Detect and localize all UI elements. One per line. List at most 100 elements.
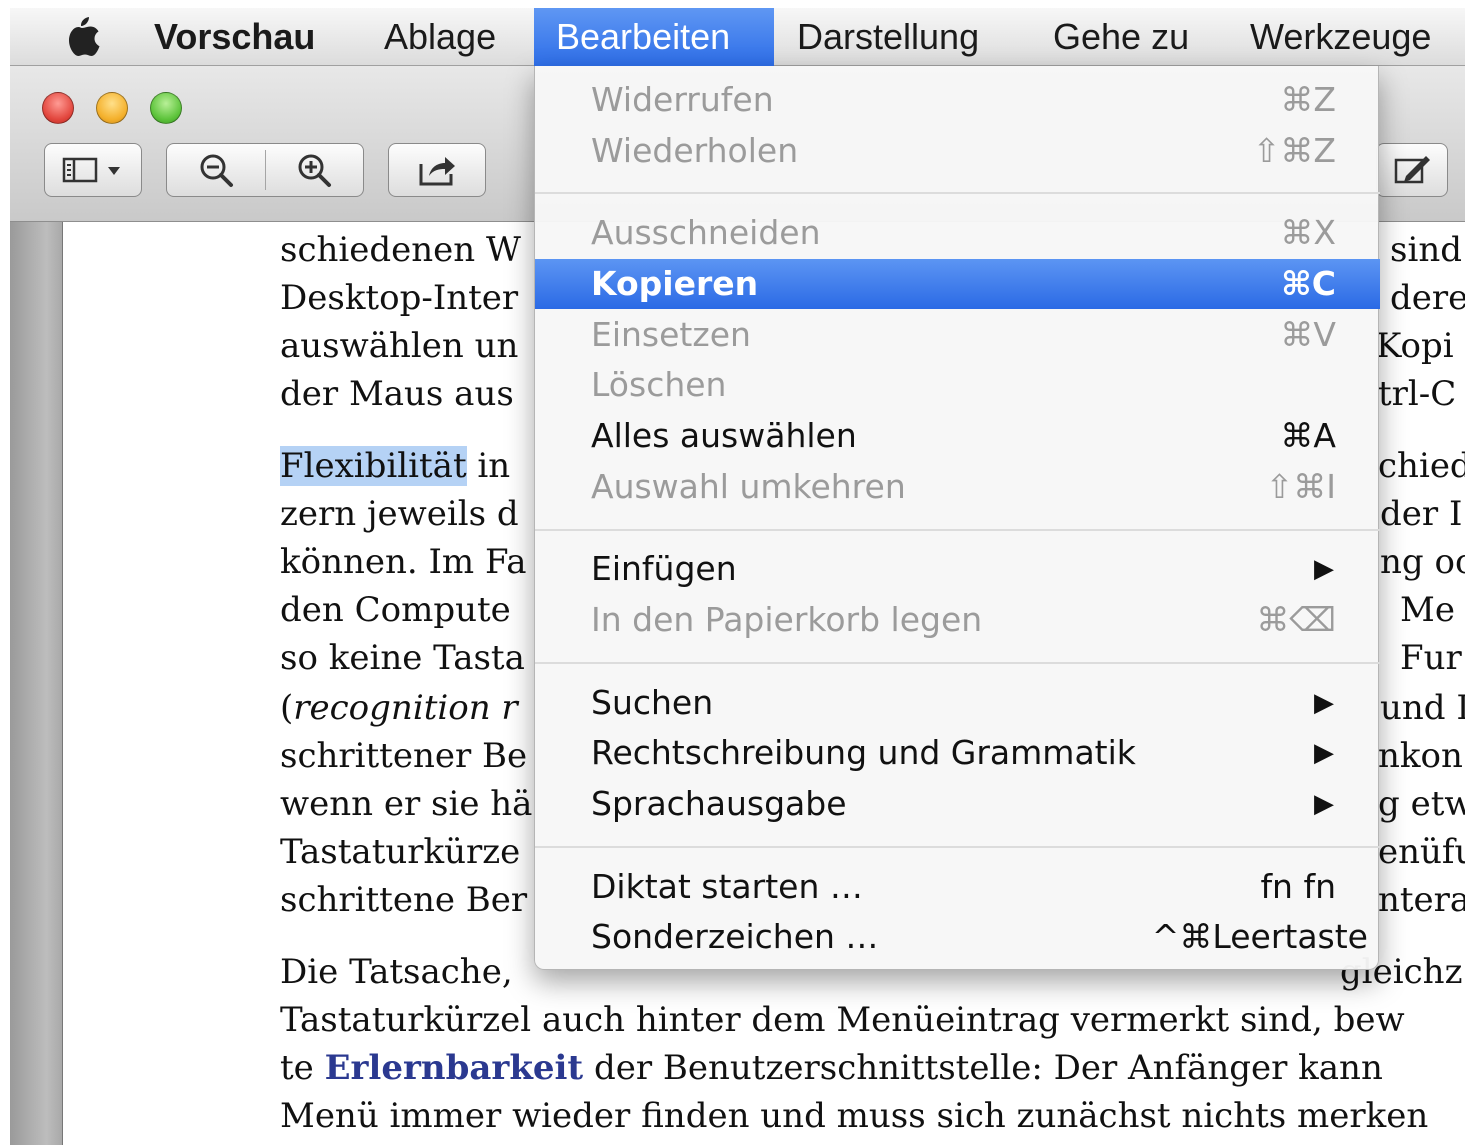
doc-line: Tastaturkürzel auch hinter dem Menüeintr… — [280, 1000, 1405, 1040]
submenu-arrow-icon: ▶ — [1314, 789, 1334, 819]
menu-item-shortcut: ⌘⌫ — [1256, 600, 1336, 639]
window-minimize-button[interactable] — [96, 92, 128, 124]
doc-line: te Erlernbarkeit der Benutzerschnittstel… — [280, 1048, 1383, 1088]
zoom-out-icon — [200, 154, 233, 187]
share-button[interactable] — [388, 143, 486, 197]
doc-line-right: nkon — [1378, 736, 1463, 776]
menu-darstellung[interactable]: Darstellung — [775, 8, 1001, 66]
menu-item-label: Sonderzeichen … — [591, 917, 879, 956]
doc-line: schrittene Ber — [280, 880, 528, 920]
menu-item-suchen[interactable]: Suchen ▶ — [535, 678, 1380, 728]
doc-text: ( — [280, 688, 294, 728]
submenu-arrow-icon: ▶ — [1314, 688, 1334, 718]
doc-line: den Compute — [280, 590, 511, 630]
doc-line-right: ntera — [1378, 880, 1465, 920]
doc-line: der Maus aus — [280, 374, 514, 414]
window-close-button[interactable] — [42, 92, 74, 124]
doc-line: (recognition r — [280, 688, 518, 728]
doc-line-right: dere — [1390, 278, 1465, 318]
menu-app-name[interactable]: Vorschau — [132, 8, 337, 66]
zoom-in-button[interactable] — [266, 150, 364, 190]
doc-line-right: ng oc — [1380, 542, 1465, 582]
doc-line-right: sind — [1390, 230, 1462, 270]
menu-item-label: Kopieren — [591, 264, 759, 303]
sidebar-toggle-button[interactable] — [44, 143, 142, 197]
doc-line: auswählen un — [280, 326, 519, 366]
submenu-arrow-icon: ▶ — [1314, 554, 1334, 584]
doc-line: Die Tatsache, — [280, 952, 513, 992]
submenu-arrow-icon: ▶ — [1314, 738, 1334, 768]
doc-line: zern jeweils d — [280, 494, 519, 534]
menu-item-label: Einfügen — [591, 549, 737, 588]
menu-werkzeuge[interactable]: Werkzeuge — [1228, 8, 1453, 66]
sidebar-gutter — [10, 222, 62, 1145]
menu-item-label: Alles auswählen — [591, 416, 857, 455]
menu-item-label: Einsetzen — [591, 315, 751, 354]
doc-line-right: der I — [1380, 494, 1463, 534]
menu-item-papierkorb[interactable]: In den Papierkorb legen ⌘⌫ — [535, 595, 1380, 645]
doc-line-right: trl-C — [1378, 374, 1457, 414]
menu-item-loeschen[interactable]: Löschen — [535, 360, 1380, 410]
menu-item-label: Suchen — [591, 683, 714, 722]
window-zoom-button[interactable] — [150, 92, 182, 124]
menu-item-auswahl-umkehren[interactable]: Auswahl umkehren ⇧⌘I — [535, 462, 1380, 512]
menu-item-shortcut: fn fn — [1260, 867, 1336, 906]
menu-bar: Vorschau Ablage Bearbeiten Darstellung G… — [10, 8, 1465, 66]
menu-item-shortcut: ⌘Z — [1280, 80, 1336, 119]
menu-separator — [535, 662, 1380, 664]
menu-item-einsetzen[interactable]: Einsetzen ⌘V — [535, 310, 1380, 360]
menu-item-label: Widerrufen — [591, 80, 774, 119]
menu-separator — [535, 529, 1380, 531]
doc-line-right: g etw — [1378, 784, 1465, 824]
share-icon — [419, 157, 455, 186]
doc-line: Desktop-Inter — [280, 278, 519, 318]
menu-item-shortcut: ^⌘Leertaste — [1151, 917, 1368, 956]
apple-logo-icon — [69, 17, 100, 56]
doc-line-right: und I — [1380, 688, 1465, 728]
apple-menu[interactable] — [56, 8, 112, 66]
doc-text: te — [280, 1048, 325, 1088]
zoom-button-group — [166, 143, 364, 197]
doc-line: können. Im Fa — [280, 542, 527, 582]
zoom-out-button[interactable] — [167, 150, 265, 190]
menu-item-shortcut: ⇧⌘Z — [1252, 131, 1336, 170]
highlighted-word[interactable]: Flexibilität — [280, 446, 467, 486]
annotate-icon — [1394, 156, 1430, 184]
menu-item-wiederholen[interactable]: Wiederholen ⇧⌘Z — [535, 126, 1380, 176]
doc-line: Flexibilität in — [280, 446, 510, 486]
menu-item-ausschneiden[interactable]: Ausschneiden ⌘X — [535, 208, 1380, 258]
doc-line-right: enüfu — [1378, 832, 1465, 872]
menu-item-diktat[interactable]: Diktat starten … fn fn — [535, 862, 1380, 912]
menu-item-label: Ausschneiden — [591, 213, 821, 252]
menu-bearbeiten[interactable]: Bearbeiten — [534, 8, 774, 66]
menu-item-shortcut: ⌘C — [1281, 264, 1336, 303]
edit-menu-dropdown: Widerrufen ⌘Z Wiederholen ⇧⌘Z Ausschneid… — [534, 66, 1380, 970]
menu-item-shortcut: ⌘X — [1280, 213, 1336, 252]
menu-item-label: Diktat starten … — [591, 867, 863, 906]
doc-line: so keine Tasta — [280, 638, 525, 678]
menu-separator — [535, 846, 1380, 848]
menu-item-label: In den Papierkorb legen — [591, 600, 983, 639]
doc-link-erlernbarkeit[interactable]: Erlernbarkeit — [325, 1048, 584, 1088]
doc-line: Menü immer wieder finden und muss sich z… — [280, 1096, 1429, 1136]
annotate-button[interactable] — [1376, 143, 1448, 197]
menu-item-einfuegen[interactable]: Einfügen ▶ — [535, 544, 1380, 594]
page-edge — [62, 222, 63, 1145]
doc-line-right: Kopi — [1376, 326, 1454, 366]
menu-gehe-zu[interactable]: Gehe zu — [1031, 8, 1211, 66]
menu-item-sonderzeichen[interactable]: Sonderzeichen … ^⌘Leertaste — [535, 912, 1380, 962]
doc-line-right: chied — [1378, 446, 1465, 486]
menu-item-kopieren[interactable]: Kopieren ⌘C — [535, 259, 1380, 309]
doc-line: wenn er sie hä — [280, 784, 533, 824]
menu-item-sprachausgabe[interactable]: Sprachausgabe ▶ — [535, 779, 1380, 829]
menu-item-alles-auswaehlen[interactable]: Alles auswählen ⌘A — [535, 411, 1380, 461]
menu-ablage[interactable]: Ablage — [362, 8, 518, 66]
menu-item-label: Löschen — [591, 365, 727, 404]
doc-line-right: Me — [1400, 590, 1455, 630]
doc-line-right: Fur — [1400, 638, 1462, 678]
menu-item-shortcut: ⌘V — [1280, 315, 1336, 354]
menu-item-rechtschreibung[interactable]: Rechtschreibung und Grammatik ▶ — [535, 728, 1380, 778]
menu-item-shortcut: ⇧⌘I — [1265, 467, 1336, 506]
menu-item-widerrufen[interactable]: Widerrufen ⌘Z — [535, 75, 1380, 125]
menu-item-label: Sprachausgabe — [591, 784, 847, 823]
